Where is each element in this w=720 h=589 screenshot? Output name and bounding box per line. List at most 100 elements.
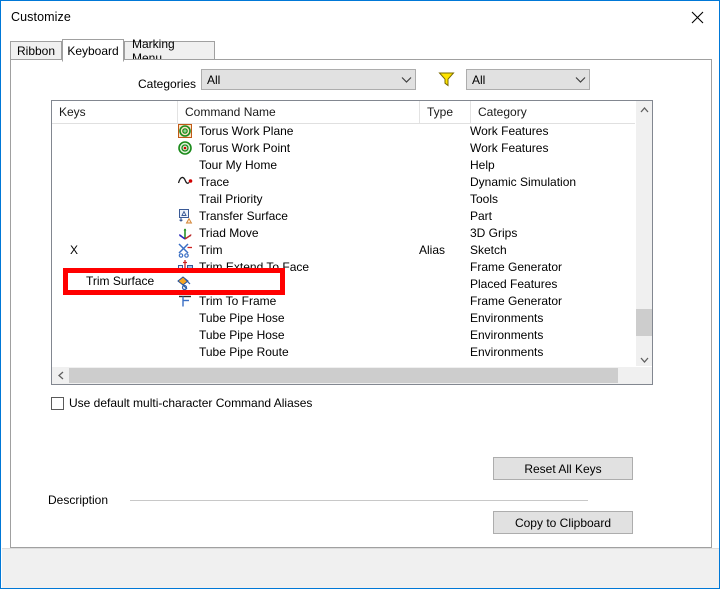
cell-keys [70, 140, 170, 157]
cell-category: Placed Features [470, 277, 558, 291]
tab-strip: Ribbon Keyboard Marking Menu [10, 37, 712, 65]
reset-all-keys-button[interactable]: Reset All Keys [493, 457, 633, 480]
cell-category: 3D Grips [470, 226, 518, 240]
cell-type [419, 327, 469, 344]
no-icon [177, 157, 195, 174]
cell-keys [70, 208, 170, 225]
commands-list[interactable]: Keys Command Name Type Category Torus Wo… [51, 100, 653, 385]
checkbox-box[interactable] [51, 396, 64, 410]
filter-value: All [472, 72, 486, 87]
footer-bar: ? Import... Export... Close Cancel Apply [2, 549, 719, 588]
cell-keys [70, 174, 170, 191]
tab-ribbon-label: Ribbon [16, 44, 56, 58]
cell-type [419, 123, 469, 140]
table-row[interactable]: Torus Work Plane Work Features [52, 123, 637, 140]
cell-type [419, 140, 469, 157]
column-header-keys[interactable]: Keys [52, 101, 177, 123]
cell-command-name: Trim To Frame [199, 294, 277, 308]
scroll-left-icon[interactable] [52, 367, 69, 384]
cell-category: Part [470, 209, 493, 223]
cell-keys [70, 327, 170, 344]
table-row[interactable]: Trim To Frame Frame Generator [52, 293, 637, 310]
cell-category: Environments [470, 361, 635, 363]
table-row[interactable]: Tube Pipe Route Environments [52, 361, 637, 363]
horizontal-scrollbar[interactable] [52, 366, 652, 384]
cell-keys [70, 361, 170, 363]
trace-icon [177, 174, 195, 191]
cell-keys [70, 344, 170, 361]
chevron-down-icon [398, 76, 415, 83]
cell-category: Environments [470, 311, 544, 325]
cell-command-name: Triad Move [199, 226, 259, 240]
highlighted-command-name: Trim Surface [86, 274, 155, 288]
filter-dropdown[interactable]: All [466, 69, 590, 90]
column-header-command-name[interactable]: Command Name [177, 101, 419, 123]
categories-dropdown[interactable]: All [201, 69, 416, 90]
no-icon [177, 310, 195, 327]
cell-keys [70, 293, 170, 310]
copy-to-clipboard-button[interactable]: Copy to Clipboard [493, 511, 633, 534]
table-row[interactable]: Tube Pipe Hose Environments [52, 310, 637, 327]
cell-type [419, 174, 469, 191]
column-header-type[interactable]: Type [419, 101, 470, 123]
triad-move-icon [177, 225, 195, 242]
use-default-aliases-label: Use default multi-character Command Alia… [69, 396, 313, 410]
title-bar: Customize [2, 2, 719, 32]
cell-command-name: Torus Work Point [199, 141, 291, 155]
cell-type [419, 157, 469, 174]
cell-category: Work Features [470, 141, 549, 155]
cell-category: Help [470, 158, 495, 172]
table-row[interactable]: Tour My Home Help [52, 157, 637, 174]
customize-dialog: Customize Ribbon Keyboard Marking Menu C… [0, 0, 720, 589]
table-row[interactable]: Torus Work Point Work Features [52, 140, 637, 157]
cell-category: Sketch [470, 243, 507, 257]
cell-keys: X [70, 243, 79, 257]
vertical-scroll-thumb[interactable] [636, 309, 652, 336]
tab-ribbon[interactable]: Ribbon [10, 41, 62, 60]
cell-category: Dynamic Simulation [470, 175, 577, 189]
table-row[interactable]: Trail Priority Tools [52, 191, 637, 208]
scroll-up-icon[interactable] [636, 101, 652, 118]
cell-category: Environments [470, 345, 544, 359]
cell-command-name: Torus Work Plane [199, 124, 294, 138]
cell-command-name: Tour My Home [199, 158, 278, 172]
no-icon [177, 191, 195, 208]
cell-type [419, 208, 469, 225]
cell-type [419, 344, 469, 361]
tab-marking-menu[interactable]: Marking Menu [124, 37, 215, 65]
filter-funnel-icon[interactable] [438, 71, 455, 87]
table-row[interactable]: Tube Pipe Route Environments [52, 344, 637, 361]
trim-to-frame-icon [177, 293, 195, 310]
chevron-down-icon [572, 76, 589, 83]
horizontal-scroll-thumb[interactable] [69, 368, 618, 383]
table-row[interactable]: Tube Pipe Hose Environments [52, 327, 637, 344]
column-header-category[interactable]: Category [470, 101, 637, 123]
categories-label: Categories [138, 77, 197, 91]
cell-command-name: Tube Pipe Hose [199, 328, 285, 342]
cell-type [419, 310, 469, 327]
table-row[interactable]: Triad Move 3D Grips [52, 225, 637, 242]
cell-command-name: Tube Pipe Route [199, 361, 409, 363]
torus-work-plane-icon [177, 123, 195, 140]
trim-icon [177, 242, 195, 259]
cell-category: Frame Generator [470, 260, 563, 274]
cell-keys [70, 191, 170, 208]
cell-keys [70, 225, 170, 242]
table-row[interactable]: Trace Dynamic Simulation [52, 174, 637, 191]
table-row[interactable]: Transfer Surface Part [52, 208, 637, 225]
use-default-aliases-checkbox[interactable]: Use default multi-character Command Alia… [51, 396, 312, 410]
scrollbar-corner [636, 367, 652, 384]
cell-keys [70, 123, 170, 140]
tab-keyboard[interactable]: Keyboard [62, 39, 124, 62]
table-row[interactable]: X Trim Alias Sketch [52, 242, 637, 259]
no-icon [177, 327, 195, 344]
transfer-surface-icon [177, 208, 195, 225]
cell-keys [70, 310, 170, 327]
cell-type [419, 276, 469, 293]
vertical-scrollbar[interactable] [635, 101, 652, 368]
cell-type [419, 361, 469, 363]
cell-command-name: Tube Pipe Route [199, 345, 289, 359]
list-header: Keys Command Name Type Category [52, 101, 652, 124]
close-icon[interactable] [674, 2, 719, 32]
cell-type: Alias [419, 243, 446, 257]
